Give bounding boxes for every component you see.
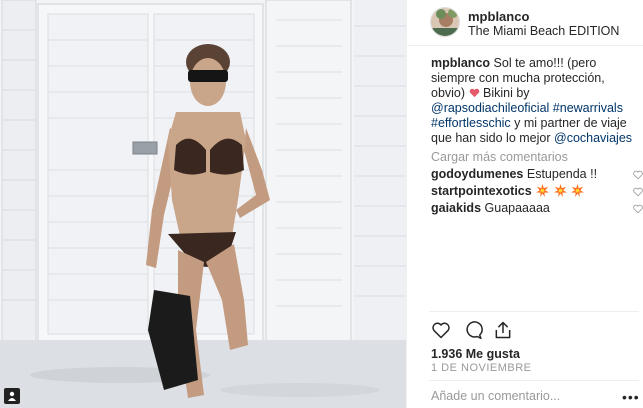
divider (429, 380, 639, 381)
post-date[interactable]: 1 DE NOVIEMBRE (431, 362, 532, 374)
collision-icon (553, 184, 567, 197)
photo-illustration (0, 0, 406, 408)
mention-link[interactable]: @rapsodiachileoficial (431, 101, 549, 115)
comment-row: gaiakids Guapaaaaa (431, 201, 643, 218)
comment-username[interactable]: startpointexotics (431, 184, 532, 198)
load-more-comments-button[interactable]: Cargar más comentarios (431, 150, 639, 165)
caption-text: Bikini by (483, 86, 530, 100)
divider (429, 311, 639, 312)
collision-icon (536, 184, 550, 197)
comment-row: startpointexotics (431, 184, 643, 201)
heart-icon[interactable] (633, 170, 643, 180)
post-header: mpblanco The Miami Beach EDITION (407, 0, 643, 46)
comments-list: mpblanco Sol te amo!!! (pero siempre con… (431, 56, 643, 218)
comment-input[interactable]: Añade un comentario... (431, 389, 560, 403)
share-upload-icon[interactable] (493, 320, 513, 340)
likes-count[interactable]: 1.936 Me gusta (431, 347, 520, 361)
comment-row: godoydumenes Estupenda !! (431, 167, 643, 184)
comment-username[interactable]: gaiakids (431, 201, 481, 215)
comment-username[interactable]: godoydumenes (431, 167, 523, 181)
hashtag-link[interactable]: #newarrivals (553, 101, 623, 115)
location-link[interactable]: The Miami Beach EDITION (468, 24, 619, 38)
post-photo[interactable] (0, 0, 406, 408)
caption-username[interactable]: mpblanco (431, 56, 490, 70)
like-heart-icon[interactable] (431, 320, 451, 340)
mention-link[interactable]: @cochaviajes (554, 131, 632, 145)
caption: mpblanco Sol te amo!!! (pero siempre con… (431, 56, 639, 146)
post-sidebar: mpblanco The Miami Beach EDITION mpblanc… (406, 0, 643, 408)
header-username[interactable]: mpblanco (468, 9, 529, 24)
comment-bubble-icon[interactable] (463, 320, 483, 340)
comment-text: Guapaaaaa (484, 201, 550, 215)
heart-icon[interactable] (633, 204, 643, 214)
avatar[interactable] (430, 7, 460, 37)
heart-icon[interactable] (633, 187, 643, 197)
collision-icon (571, 184, 585, 197)
more-options-button[interactable]: ••• (622, 389, 640, 405)
comment-text: Estupenda !! (526, 167, 598, 181)
smiling-face-with-heart-eyes-icon (469, 88, 479, 98)
tagged-people-icon[interactable] (4, 388, 20, 404)
hashtag-link[interactable]: #effortlesschic (431, 116, 511, 130)
